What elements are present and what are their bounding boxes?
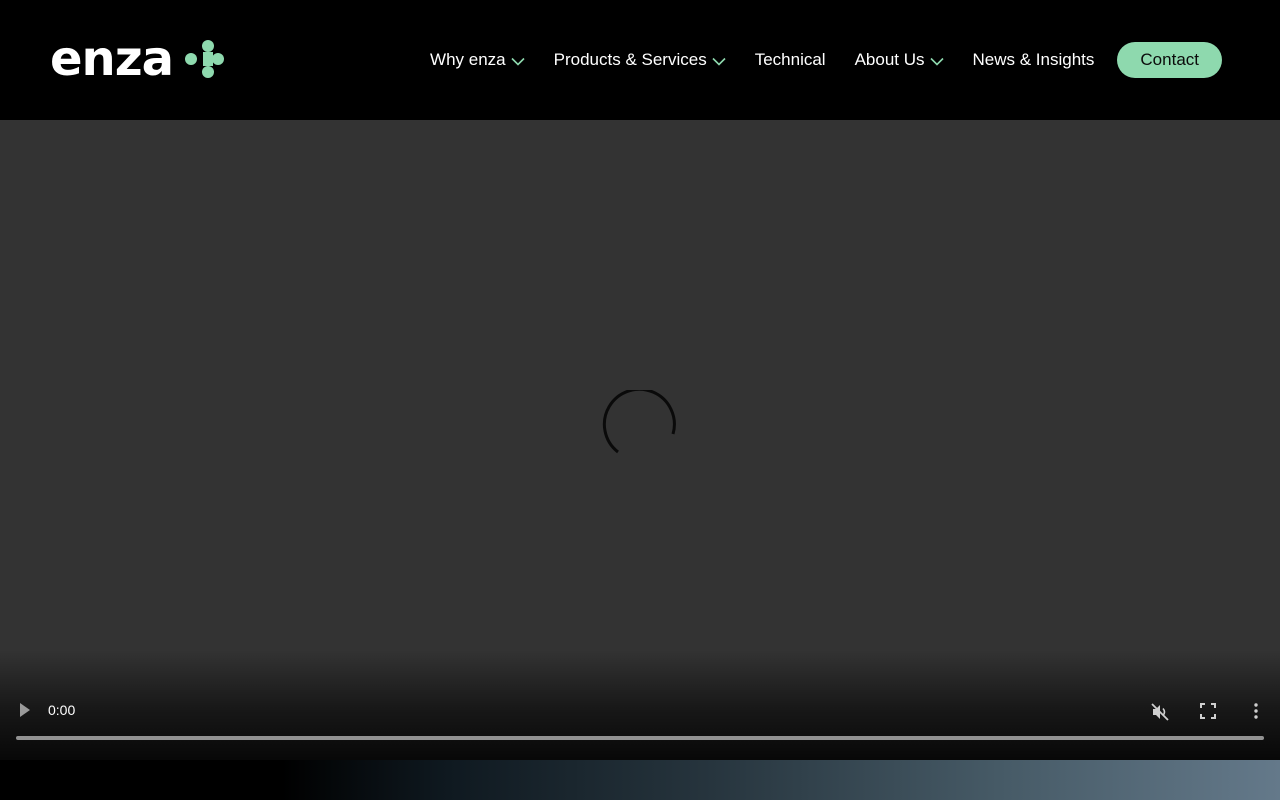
contact-button[interactable]: Contact (1117, 42, 1222, 78)
fullscreen-icon[interactable] (1199, 702, 1217, 720)
logo[interactable]: enza (50, 34, 225, 84)
more-options-icon[interactable] (1249, 702, 1263, 720)
nav-item-news-insights[interactable]: News & Insights (973, 50, 1095, 70)
green-dots-arrow-icon (185, 40, 225, 78)
nav-item-about-us[interactable]: About Us (855, 50, 944, 70)
nav-item-technical[interactable]: Technical (755, 50, 826, 70)
chevron-down-icon (929, 57, 944, 66)
mute-icon[interactable] (1150, 702, 1170, 722)
chevron-down-icon (511, 57, 525, 66)
nav-item-why-enza[interactable]: Why enza (430, 50, 525, 70)
site-header: enza Why enza Products & Services Techni… (0, 0, 1280, 120)
logo-wordmark: enza (50, 31, 174, 87)
nav-item-products-services[interactable]: Products & Services (554, 50, 726, 70)
hero-background-image (0, 760, 1280, 800)
video-player[interactable]: 0:00 (0, 120, 1280, 760)
nav-item-label: Products & Services (553, 50, 707, 69)
current-time: 0:00 (48, 702, 76, 718)
nav-item-label: Why enza (430, 50, 506, 69)
nav-item-label: News & Insights (972, 50, 1095, 69)
video-controls: 0:00 (0, 650, 1280, 760)
seek-bar[interactable] (16, 736, 1264, 740)
nav-item-label: Technical (754, 50, 826, 69)
loading-spinner-icon (602, 390, 676, 454)
play-icon[interactable] (17, 701, 33, 719)
nav-item-label: About Us (854, 50, 925, 69)
main-nav: Why enza Products & Services Technical A… (430, 42, 1222, 78)
chevron-down-icon (712, 57, 726, 66)
